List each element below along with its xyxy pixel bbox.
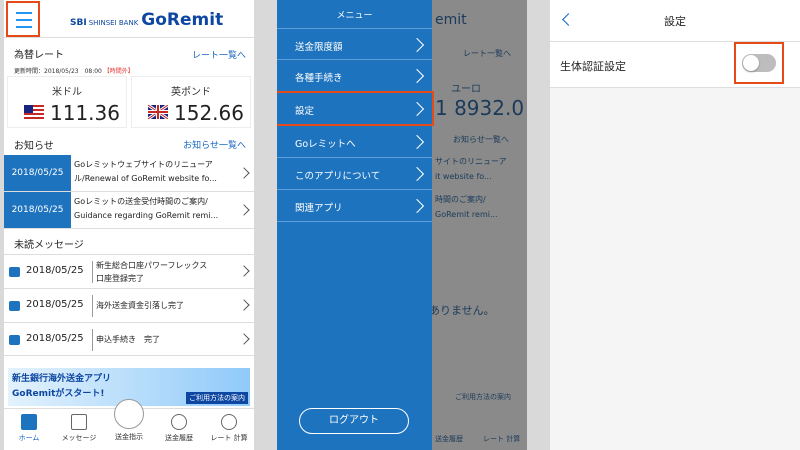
news-more-link[interactable]: お知らせ一覧へ <box>183 138 246 151</box>
mail-icon <box>9 267 20 277</box>
rates-title: 為替レート <box>14 50 64 61</box>
menu-item-about[interactable]: このアプリについて <box>277 158 432 190</box>
menu-item-goremit[interactable]: Goレミットへ <box>277 126 432 158</box>
menu-screen: emit レート一覧へ ユーロ 1 8932.0 お知らせ一覧へ サイトのリニュ… <box>277 0 527 450</box>
settings-header: 設定 <box>550 0 800 42</box>
biometric-toggle-highlight <box>734 42 784 84</box>
chart-icon <box>221 414 237 430</box>
mail-icon <box>9 301 20 311</box>
chevron-right-icon <box>409 37 425 53</box>
side-menu: メニュー 送金限度額 各種手続き 設定 Goレミットへ このアプリについて 関連… <box>277 0 434 450</box>
chevron-right-icon <box>409 134 425 150</box>
app-logo: SBI SHINSEI BANK GoRemit <box>70 10 224 30</box>
tab-rate-calc[interactable]: レート 計算 <box>204 412 254 450</box>
message-item[interactable]: 2018/05/25 新生総合口座パワーフレックス 口座登録完了 <box>4 254 254 288</box>
transfer-icon <box>114 399 144 429</box>
mail-icon <box>9 335 20 345</box>
rates-panel: 米ドル 111.36 英ポンド 152.66 <box>7 76 251 128</box>
chevron-right-icon <box>409 68 425 84</box>
rate-usd[interactable]: 米ドル 111.36 <box>7 76 127 128</box>
us-flag-icon <box>24 105 44 119</box>
settings-screen: 設定 生体認証設定 <box>550 0 800 450</box>
rate-gbp[interactable]: 英ポンド 152.66 <box>131 76 251 128</box>
tab-messages[interactable]: メッセージ <box>54 412 104 450</box>
list-icon <box>171 414 187 430</box>
rate-gbp-value: 152.66 <box>174 101 244 125</box>
chevron-right-icon <box>409 198 425 214</box>
rates-more-link[interactable]: レート一覧へ <box>192 48 246 61</box>
menu-item-settings[interactable]: 設定 <box>277 91 434 126</box>
menu-item-procedures[interactable]: 各種手続き <box>277 60 432 92</box>
menu-item-related-apps[interactable]: 関連アプリ <box>277 190 432 222</box>
biometric-toggle[interactable] <box>742 54 776 72</box>
message-item[interactable]: 2018/05/25 海外送金資金引落し完了 <box>4 288 254 322</box>
news-section-header: お知らせ お知らせ一覧へ <box>4 137 254 152</box>
chevron-right-icon <box>409 101 425 117</box>
news-title: お知らせ <box>14 141 54 152</box>
rate-usd-value: 111.36 <box>50 101 120 125</box>
hamburger-menu-icon[interactable] <box>6 1 40 37</box>
home-icon <box>21 414 37 430</box>
bottom-tab-bar: ホーム メッセージ 送金指示 送金履歴 レート 計算 <box>4 399 254 450</box>
messages-title: 未読メッセージ <box>14 240 84 251</box>
chevron-right-icon <box>238 333 250 345</box>
chevron-right-icon <box>238 204 250 216</box>
news-item[interactable]: 2018/05/25 Goレミットの送金受付時間のご案内/Guidance re… <box>4 192 254 229</box>
menu-title: メニュー <box>336 11 373 21</box>
menu-item-limit[interactable]: 送金限度額 <box>277 28 432 60</box>
chevron-right-icon <box>238 299 250 311</box>
chevron-right-icon <box>409 166 425 182</box>
message-item[interactable]: 2018/05/25 申込手続き 完了 <box>4 322 254 356</box>
biometric-label: 生体認証設定 <box>560 60 626 73</box>
tab-home[interactable]: ホーム <box>4 412 54 450</box>
rates-section-header: 為替レート レート一覧へ <box>4 46 254 61</box>
app-header: SBI SHINSEI BANK GoRemit <box>4 0 254 38</box>
logout-button[interactable]: ログアウト <box>299 408 409 434</box>
tab-history[interactable]: 送金履歴 <box>154 412 204 450</box>
messages-section-header: 未読メッセージ <box>4 236 254 251</box>
page-title: 設定 <box>664 15 686 28</box>
uk-flag-icon <box>148 105 168 119</box>
biometric-setting-row: 生体認証設定 <box>550 42 800 88</box>
tab-remit[interactable]: 送金指示 <box>104 397 154 441</box>
chevron-right-icon <box>238 265 250 277</box>
rates-updated-time: 更新時間：2018/05/23 08:00 【時間外】 <box>14 68 134 75</box>
home-screen: SBI SHINSEI BANK GoRemit 為替レート レート一覧へ 更新時間… <box>4 0 254 450</box>
mail-icon <box>71 414 87 430</box>
chevron-right-icon <box>238 167 250 179</box>
news-item[interactable]: 2018/05/25 Goレミットウェブサイトのリニューア ル/Renewal o… <box>4 155 254 192</box>
